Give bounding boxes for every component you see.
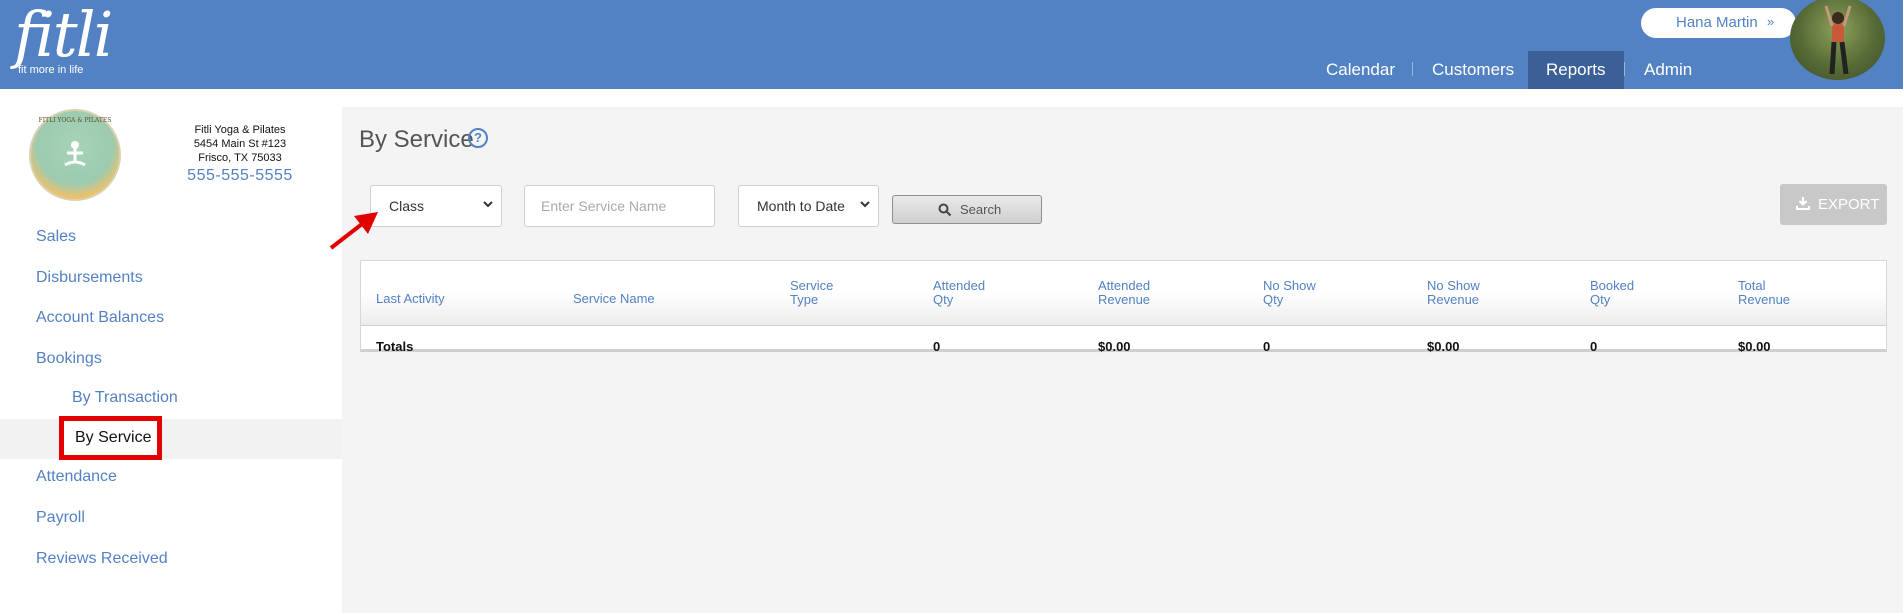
business-address-line1: 5454 Main St #123 [193,138,287,150]
logo-wordmark: fitli [14,0,113,71]
col-header-attended-qty[interactable]: Attended Qty [933,279,985,307]
totals-attended-qty: 0 [933,339,941,354]
sidebar-item-payroll[interactable]: Payroll [36,509,85,527]
col-header-no-show-qty[interactable]: No Show Qty [1263,279,1316,307]
meditation-figure-icon [64,141,86,167]
service-type-select[interactable]: Class [370,185,502,227]
help-icon[interactable]: ? [468,128,488,148]
sidebar-subitem-label: By Service [75,429,152,446]
sidebar-item-account-balances[interactable]: Account Balances [36,309,164,327]
nav-admin[interactable]: Admin [1644,51,1692,89]
search-button-label: Search [960,202,1002,217]
business-name: Fitli Yoga & Pilates [194,124,286,136]
totals-total-revenue: $0.00 [1738,339,1771,354]
sidebar-item-disbursements[interactable]: Disbursements [36,269,143,287]
report-table: Last Activity Service Name Service Type A… [360,260,1887,354]
totals-attended-revenue: $0.00 [1098,339,1131,354]
totals-no-show-revenue: $0.00 [1427,339,1460,354]
search-button[interactable]: Search [892,195,1042,224]
page-title: By Service [359,126,474,153]
chevron-down-icon [860,201,870,208]
sidebar: FITLI YOGA & PILATES Fitli Yoga & Pilate… [0,89,342,613]
nav-reports[interactable]: Reports [1528,51,1624,89]
top-header: fitli fit more in life Hana Martin » Cal… [0,0,1903,89]
red-arrow-annotation [329,212,378,250]
date-range-value: Month to Date [757,198,845,214]
business-address-line2: Frisco, TX 75033 [198,152,282,164]
main-content: By Service ? Class Month to Date Search … [342,107,1903,613]
business-logo-text: FITLI YOGA & PILATES [38,117,112,124]
col-header-service-type[interactable]: Service Type [790,279,833,307]
service-type-value: Class [389,198,425,214]
service-name-input[interactable] [524,185,715,227]
business-info: Fitli Yoga & Pilates 5454 Main St #123 F… [160,123,320,165]
date-range-select[interactable]: Month to Date [738,185,879,227]
double-chevron-down-icon: » [1767,14,1775,29]
nav-divider [1412,62,1413,76]
sidebar-active-row [0,419,342,459]
totals-booked-qty: 0 [1590,339,1598,354]
col-header-booked-qty[interactable]: Booked Qty [1590,279,1634,307]
col-header-attended-revenue[interactable]: Attended Revenue [1098,279,1150,307]
nav-calendar[interactable]: Calendar [1326,51,1395,89]
sidebar-subitem-by-service[interactable]: By Service [59,416,162,460]
col-header-no-show-revenue[interactable]: No Show Revenue [1427,279,1480,307]
fitli-logo[interactable]: fitli fit more in life [14,4,113,77]
sidebar-subitem-by-transaction[interactable]: By Transaction [72,389,178,407]
avatar[interactable] [1790,0,1885,80]
chevron-down-icon [483,201,493,208]
business-phone[interactable]: 555-555-5555 [160,167,320,185]
sidebar-item-attendance[interactable]: Attendance [36,468,117,486]
search-icon [938,203,952,217]
sidebar-item-reviews-received[interactable]: Reviews Received [36,550,168,568]
logo-tagline: fit more in life [18,64,84,76]
user-name: Hana Martin [1676,14,1758,31]
export-button[interactable]: EXPORT [1780,184,1887,225]
sidebar-item-bookings[interactable]: Bookings [36,350,102,368]
sidebar-item-sales[interactable]: Sales [36,228,76,246]
export-button-label: EXPORT [1818,196,1880,213]
totals-label: Totals [376,339,414,354]
nav-customers[interactable]: Customers [1432,51,1514,89]
col-header-total-revenue[interactable]: Total Revenue [1738,279,1790,307]
user-menu[interactable]: Hana Martin » [1641,8,1796,38]
download-icon [1796,197,1810,210]
totals-no-show-qty: 0 [1263,339,1271,354]
avatar-figure-icon [1824,5,1852,75]
business-logo: FITLI YOGA & PILATES [29,109,121,201]
table-header: Last Activity Service Name Service Type A… [361,261,1886,326]
nav-divider [1624,62,1625,76]
col-header-last-activity[interactable]: Last Activity [376,292,445,306]
col-header-service-name[interactable]: Service Name [573,292,655,306]
